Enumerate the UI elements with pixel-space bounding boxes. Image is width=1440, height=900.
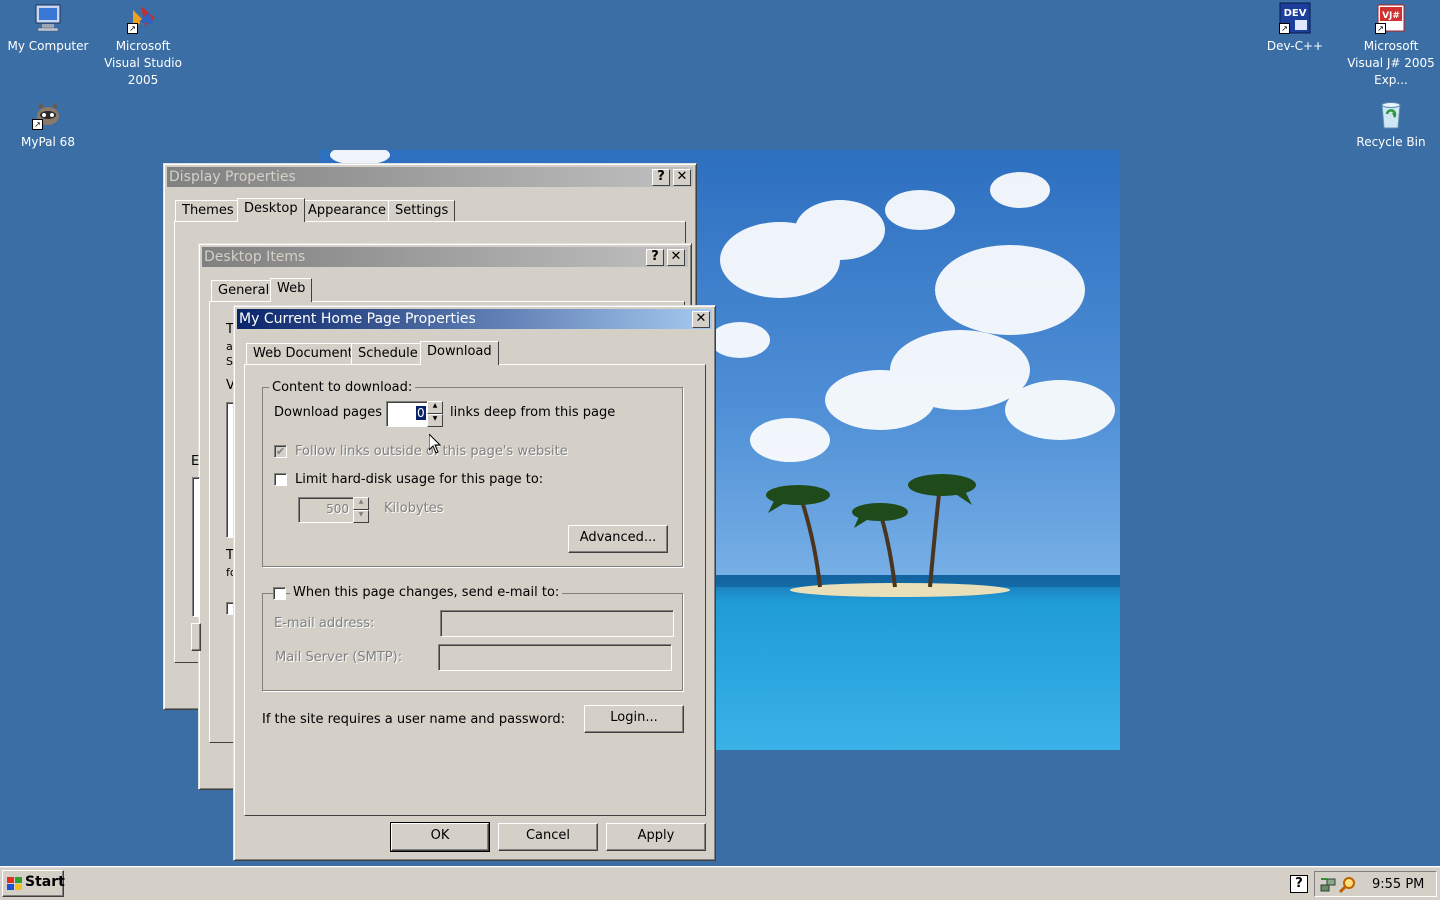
system-tray: 9:55 PM (1314, 871, 1437, 897)
clock[interactable]: 9:55 PM (1372, 877, 1424, 892)
spin-down-icon[interactable]: ▼ (427, 414, 443, 427)
home-page-properties-titlebar[interactable]: My Current Home Page Properties ✕ (237, 309, 712, 329)
tab-schedule[interactable]: Schedule (351, 343, 425, 365)
customize-desktop-button[interactable] (191, 623, 201, 651)
tab-settings[interactable]: Settings (388, 200, 456, 222)
raccoon-icon: ↗ (32, 98, 64, 130)
window-title: Display Properties (169, 169, 296, 185)
desktop-icon-label: Dev-C++ (1266, 39, 1324, 53)
window-title: Desktop Items (204, 249, 306, 265)
desktop-icon-visual-studio[interactable]: ↗ Microsoft Visual Studio 2005 (95, 2, 191, 89)
visual-studio-icon: ↗ (127, 2, 159, 34)
shortcut-arrow-icon: ↗ (1279, 23, 1290, 34)
desktop-icon-label: Microsoft Visual J# 2005 Exp... (1347, 39, 1435, 87)
desktop-icon-visual-jsharp[interactable]: VJ# ↗ Microsoft Visual J# 2005 Exp... (1343, 2, 1439, 89)
svg-text:DEV: DEV (1284, 8, 1307, 19)
links-deep-label: links deep from this page (450, 405, 616, 420)
content-to-download-group: Content to download: Download pages 0 ▲ … (262, 380, 683, 567)
group-legend: Content to download: (269, 380, 416, 395)
taskbar: Start ? 9:55 PM (0, 866, 1440, 900)
download-pages-label: Download pages (274, 405, 382, 420)
network-icon[interactable] (1319, 876, 1337, 897)
panel-text-fragment: S (226, 355, 233, 368)
close-button[interactable]: ✕ (673, 169, 691, 186)
computer-icon (32, 2, 64, 34)
desktop-icon-label: Recycle Bin (1356, 135, 1426, 149)
login-button[interactable]: Login... (584, 705, 684, 733)
desktop-icon-label: MyPal 68 (21, 135, 75, 149)
email-address-input[interactable] (440, 610, 674, 637)
windows-logo-icon (7, 876, 23, 899)
recycle-bin-icon (1375, 98, 1407, 130)
spin-up-icon[interactable]: ▲ (427, 401, 443, 414)
shortcut-arrow-icon: ↗ (127, 23, 138, 34)
spin-up-icon[interactable]: ▲ (353, 497, 369, 510)
send-email-label: When this page changes, send e-mail to: (290, 585, 563, 600)
home-page-properties-window: My Current Home Page Properties ✕ Web Do… (233, 305, 716, 861)
email-notification-group: When this page changes, send e-mail to: … (262, 585, 683, 691)
svg-text:VJ#: VJ# (1382, 11, 1400, 21)
kilobytes-label: Kilobytes (384, 501, 444, 516)
download-depth-spinner[interactable]: ▲ ▼ (427, 401, 443, 427)
ok-button[interactable]: OK (390, 822, 490, 852)
window-title: My Current Home Page Properties (239, 311, 476, 327)
download-tab-panel: Content to download: Download pages 0 ▲ … (244, 364, 706, 816)
desktop-icon-label: My Computer (7, 39, 89, 53)
display-properties-titlebar[interactable]: Display Properties ? ✕ (167, 167, 693, 187)
start-button[interactable]: Start (2, 870, 65, 899)
desktop-background-list[interactable] (192, 477, 200, 617)
desktop-icon-mypal[interactable]: ↗ MyPal 68 (0, 98, 96, 151)
close-button[interactable]: ✕ (667, 249, 685, 266)
kilobytes-spinner[interactable]: ▲ ▼ (353, 497, 369, 523)
login-prompt: If the site requires a user name and pas… (262, 712, 566, 727)
tab-appearance[interactable]: Appearance (301, 200, 394, 222)
mouse-cursor-icon (428, 432, 442, 457)
help-button[interactable]: ? (652, 169, 670, 186)
close-button[interactable]: ✕ (692, 311, 710, 328)
desktop-icon-my-computer[interactable]: My Computer (0, 2, 96, 55)
limit-disk-usage-label: Limit hard-disk usage for this page to: (295, 472, 544, 487)
dev-cpp-icon: DEV ↗ (1279, 2, 1311, 34)
search-icon[interactable] (1338, 876, 1357, 897)
panel-text-fragment: a (226, 340, 233, 353)
tab-general[interactable]: General (211, 280, 277, 302)
desktop-icon-recycle-bin[interactable]: Recycle Bin (1343, 98, 1439, 151)
follow-links-checkbox[interactable]: ✔ (274, 445, 287, 458)
tab-web-document[interactable]: Web Document (246, 343, 360, 365)
tab-desktop[interactable]: Desktop (237, 198, 305, 222)
desktop-items-titlebar[interactable]: Desktop Items ? ✕ (202, 247, 688, 267)
tab-download[interactable]: Download (420, 341, 499, 365)
download-depth-field[interactable]: 0 (386, 401, 428, 427)
apply-button[interactable]: Apply (606, 823, 706, 851)
spin-down-icon[interactable]: ▼ (353, 510, 369, 523)
panel-text-fragment: E (191, 454, 200, 469)
download-depth-value: 0 (416, 406, 426, 420)
send-email-checkbox[interactable] (273, 587, 286, 600)
shortcut-arrow-icon: ↗ (32, 119, 43, 130)
visual-jsharp-icon: VJ# ↗ (1375, 2, 1407, 34)
desktop-icon-dev-cpp[interactable]: DEV ↗ Dev-C++ (1247, 2, 1343, 55)
mail-server-label: Mail Server (SMTP): (275, 650, 403, 665)
mail-server-input[interactable] (438, 644, 672, 671)
limit-disk-usage-checkbox[interactable] (274, 473, 287, 486)
email-address-label: E-mail address: (274, 616, 375, 631)
kilobytes-field[interactable]: 500 (298, 497, 354, 523)
help-button[interactable]: ? (646, 249, 664, 266)
desktop-icon-label: Microsoft Visual Studio 2005 (104, 39, 182, 87)
kilobytes-value: 500 (326, 502, 349, 516)
tab-web[interactable]: Web (270, 278, 313, 302)
cancel-button[interactable]: Cancel (498, 823, 598, 851)
shortcut-arrow-icon: ↗ (1375, 23, 1386, 34)
advanced-button[interactable]: Advanced... (568, 525, 668, 553)
tab-themes[interactable]: Themes (175, 200, 241, 222)
start-label: Start (25, 874, 65, 890)
help-icon[interactable]: ? (1290, 875, 1308, 893)
